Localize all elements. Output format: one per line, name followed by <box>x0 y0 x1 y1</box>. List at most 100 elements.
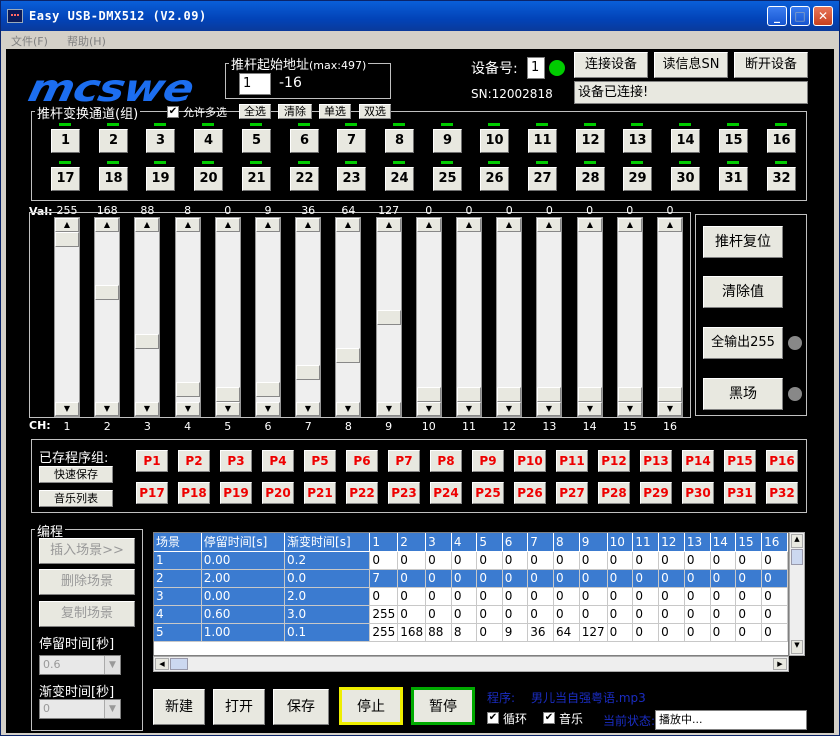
program-button-P23[interactable]: P23 <box>388 482 420 504</box>
program-button-P24[interactable]: P24 <box>430 482 462 504</box>
blackout-button[interactable]: 黑场 <box>703 378 783 410</box>
table-cell[interactable]: 0 <box>607 623 634 642</box>
program-button-P5[interactable]: P5 <box>304 450 336 472</box>
fader-down-icon[interactable]: ▼ <box>377 402 401 416</box>
channel-button-14[interactable]: 14 <box>671 129 700 153</box>
fader-slider-7[interactable]: ▲ ▼ <box>295 217 321 417</box>
stop-button[interactable]: 停止 <box>339 687 403 725</box>
menu-help[interactable]: 帮助(H) <box>67 33 106 49</box>
allow-multi-checkbox[interactable]: ✔ <box>167 106 179 118</box>
table-cell[interactable]: 0 <box>553 569 580 588</box>
scene-table[interactable]: 场景 停留时间[s] 渐变时间[s] 1 2 3 4 5 6 7 8 9 10 11 12 13 14 15 16 1… <box>153 532 789 656</box>
fader-thumb[interactable] <box>216 387 240 402</box>
fader-up-icon[interactable]: ▲ <box>457 218 481 232</box>
program-button-P22[interactable]: P22 <box>346 482 378 504</box>
read-sn-button[interactable]: 读信息SN <box>654 52 728 78</box>
table-cell[interactable]: 0 <box>553 587 580 606</box>
table-cell[interactable]: 0 <box>607 551 634 570</box>
fader-thumb[interactable] <box>95 285 119 300</box>
table-cell[interactable]: 3.0 <box>284 605 371 624</box>
table-cell[interactable]: 0 <box>451 605 478 624</box>
fader-up-icon[interactable]: ▲ <box>256 218 280 232</box>
program-button-P14[interactable]: P14 <box>682 450 714 472</box>
table-cell[interactable]: 0 <box>684 605 711 624</box>
music-list-button[interactable]: 音乐列表 <box>39 490 113 507</box>
table-cell[interactable]: 0 <box>502 605 529 624</box>
fader-slider-11[interactable]: ▲ ▼ <box>456 217 482 417</box>
channel-button-6[interactable]: 6 <box>290 129 319 153</box>
device-id-input[interactable]: 1 <box>527 57 545 79</box>
table-cell[interactable]: 0 <box>451 551 478 570</box>
fader-down-icon[interactable]: ▼ <box>578 402 602 416</box>
table-cell[interactable]: 0 <box>735 605 763 624</box>
fader-thumb[interactable] <box>135 334 159 349</box>
pause-button[interactable]: 暂停 <box>411 687 475 725</box>
clear-values-button[interactable]: 清除值 <box>703 276 783 308</box>
table-cell[interactable]: 0 <box>761 605 788 624</box>
table-cell[interactable]: 0 <box>579 551 608 570</box>
program-button-P20[interactable]: P20 <box>262 482 294 504</box>
program-button-P13[interactable]: P13 <box>640 450 672 472</box>
channel-button-16[interactable]: 16 <box>767 129 796 153</box>
program-button-P2[interactable]: P2 <box>178 450 210 472</box>
table-cell[interactable]: 0 <box>684 551 711 570</box>
fader-up-icon[interactable]: ▲ <box>658 218 682 232</box>
program-button-P4[interactable]: P4 <box>262 450 294 472</box>
channel-button-32[interactable]: 32 <box>767 167 796 191</box>
fader-down-icon[interactable]: ▼ <box>618 402 642 416</box>
table-cell[interactable]: 0 <box>476 551 503 570</box>
fader-thumb[interactable] <box>296 365 320 380</box>
table-cell[interactable]: 2.0 <box>284 587 371 606</box>
program-button-P8[interactable]: P8 <box>430 450 462 472</box>
hscroll-thumb[interactable] <box>170 658 188 670</box>
table-cell[interactable]: 0 <box>579 569 608 588</box>
title-bar[interactable]: Easy USB-DMX512 (V2.09) _ □ ✕ <box>1 1 839 31</box>
fader-up-icon[interactable]: ▲ <box>216 218 240 232</box>
table-row[interactable]: 4 0.60 3.0 255 0 0 0 0 0 0 0 0 0 0 0 0 0 0 0 <box>154 605 788 624</box>
scroll-thumb[interactable] <box>791 549 803 565</box>
table-cell[interactable]: 0 <box>710 605 737 624</box>
table-cell[interactable]: 0 <box>710 569 737 588</box>
table-cell[interactable]: 0 <box>425 605 452 624</box>
table-cell[interactable]: 0 <box>761 587 788 606</box>
table-cell[interactable]: 0.00 <box>201 551 286 570</box>
program-button-P26[interactable]: P26 <box>514 482 546 504</box>
fader-down-icon[interactable]: ▼ <box>457 402 481 416</box>
channel-button-10[interactable]: 10 <box>480 129 509 153</box>
table-cell[interactable]: 0 <box>476 623 503 642</box>
table-cell[interactable]: 0 <box>451 587 478 606</box>
table-cell[interactable]: 0 <box>397 587 427 606</box>
scroll-left-icon[interactable]: ◀ <box>155 658 169 670</box>
clear-selection-button[interactable]: 清除 <box>278 104 312 119</box>
channel-button-21[interactable]: 21 <box>242 167 271 191</box>
table-cell[interactable]: 0 <box>553 605 580 624</box>
new-button[interactable]: 新建 <box>153 689 205 725</box>
channel-button-26[interactable]: 26 <box>480 167 509 191</box>
table-cell[interactable]: 0 <box>451 569 478 588</box>
table-cell[interactable]: 0 <box>476 569 503 588</box>
table-cell[interactable]: 0 <box>761 551 788 570</box>
table-cell[interactable]: 0 <box>684 623 711 642</box>
program-button-P19[interactable]: P19 <box>220 482 252 504</box>
quick-save-button[interactable]: 快速保存 <box>39 466 113 483</box>
channel-button-11[interactable]: 11 <box>528 129 557 153</box>
channel-button-13[interactable]: 13 <box>623 129 652 153</box>
table-cell[interactable]: 0 <box>425 551 452 570</box>
fader-up-icon[interactable]: ▲ <box>377 218 401 232</box>
scroll-up-icon[interactable]: ▲ <box>791 534 803 548</box>
minimize-icon[interactable]: _ <box>767 6 787 26</box>
fader-thumb[interactable] <box>658 387 682 402</box>
table-cell[interactable]: 5 <box>154 623 202 642</box>
table-cell[interactable]: 0.0 <box>284 569 371 588</box>
fader-down-icon[interactable]: ▼ <box>176 402 200 416</box>
table-cell[interactable]: 4 <box>154 605 202 624</box>
table-row[interactable]: 5 1.00 0.1 255 168 88 8 0 9 36 64 127 0 0 0 0 0 0 0 <box>154 623 788 642</box>
disconnect-device-button[interactable]: 断开设备 <box>734 52 808 78</box>
music-checkbox[interactable]: ✔ <box>543 712 555 724</box>
channel-button-25[interactable]: 25 <box>433 167 462 191</box>
program-button-P30[interactable]: P30 <box>682 482 714 504</box>
fader-down-icon[interactable]: ▼ <box>135 402 159 416</box>
table-cell[interactable]: 0 <box>632 623 660 642</box>
program-button-P12[interactable]: P12 <box>598 450 630 472</box>
table-row[interactable]: 1 0.00 0.2 0 0 0 0 0 0 0 0 0 0 0 0 0 0 0 0 <box>154 551 788 570</box>
